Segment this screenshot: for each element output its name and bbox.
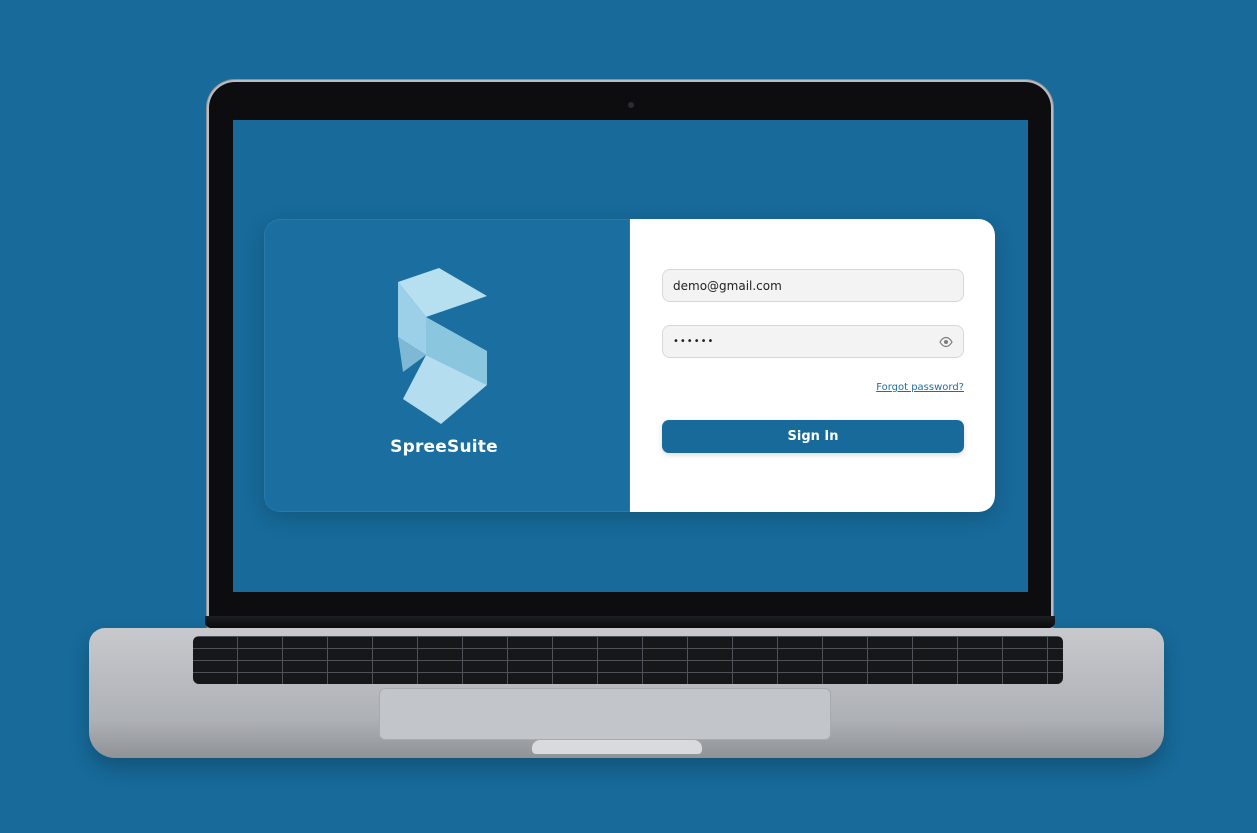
trackpad [379,688,831,740]
camera [628,102,634,108]
laptop-front-notch [532,740,702,754]
email-field[interactable] [662,269,964,302]
laptop-hinge [205,616,1055,628]
laptop-base [89,628,1164,758]
login-form-panel: Forgot password? Sign In [630,219,995,512]
sign-in-button[interactable]: Sign In [662,420,964,453]
forgot-password-link[interactable]: Forgot password? [876,382,964,393]
laptop-screen: SpreeSuite Forgot password? Sign [233,120,1028,592]
s-logo-icon [398,268,487,424]
laptop-lid: SpreeSuite Forgot password? Sign [209,82,1051,630]
eye-icon[interactable] [939,336,953,348]
keyboard [193,636,1063,684]
login-card: SpreeSuite Forgot password? Sign [264,219,995,512]
brand-panel: SpreeSuite [264,219,630,512]
brand-name: SpreeSuite [390,437,498,457]
password-input[interactable] [663,326,933,357]
email-input[interactable] [663,270,933,301]
page-background: SpreeSuite Forgot password? Sign [0,0,1257,833]
password-field[interactable] [662,325,964,358]
